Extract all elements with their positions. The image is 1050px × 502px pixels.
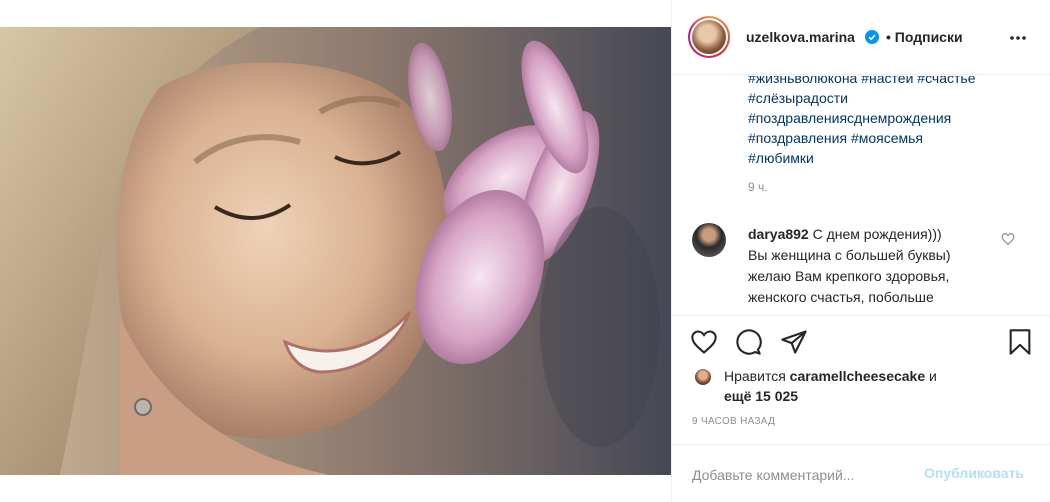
comment-text-line: желаю Вам крепкого здоровья, — [748, 268, 950, 284]
add-comment-bar: Опубликовать — [672, 444, 1050, 502]
post-actions-bar — [672, 315, 1050, 371]
likes-line: Нравится caramellcheesecake и — [724, 368, 937, 384]
bookmark-icon[interactable] — [1006, 328, 1034, 356]
hashtag-line[interactable]: #любимки — [748, 148, 1028, 168]
comment-text-line: Вы женщина с большей буквы) — [748, 247, 951, 263]
likes-prefix: Нравится — [724, 368, 786, 384]
commenter-username[interactable]: darya892 — [748, 226, 809, 242]
post-photo-illustration — [0, 27, 671, 475]
caption-timestamp: 9 ч. — [748, 180, 768, 194]
comment-text: С днем рождения))) — [812, 226, 942, 242]
comment-input[interactable] — [692, 465, 922, 485]
comment-text-line: … — [748, 308, 998, 315]
post-sidebar: uzelkova.marina • Подписки #жизньвблюкон… — [671, 0, 1050, 502]
likes-summary: Нравится caramellcheesecake и ещё 15 025 — [672, 366, 1050, 410]
author-avatar[interactable] — [688, 16, 730, 58]
post-timestamp[interactable]: 9 ЧАСОВ НАЗАД — [692, 416, 775, 427]
hashtag-line[interactable]: #слёзырадости — [748, 88, 1028, 108]
liker-username[interactable]: caramellcheesecake — [790, 368, 925, 384]
comment-icon[interactable] — [734, 328, 762, 356]
liker-avatar[interactable] — [694, 368, 712, 386]
commenter-avatar[interactable] — [692, 223, 726, 257]
likes-count[interactable]: ещё 15 025 — [724, 388, 798, 404]
comment-item: darya892 С днем рождения))) Вы женщина с… — [748, 224, 998, 315]
comment-like-heart-icon[interactable] — [1001, 232, 1015, 246]
post-photo[interactable] — [0, 27, 671, 475]
publish-button[interactable]: Опубликовать — [924, 465, 1024, 481]
share-icon[interactable] — [780, 328, 808, 356]
hashtag-line[interactable]: #жизньвблюкона #настей #счастье — [748, 76, 1028, 88]
caption-hashtags: #жизньвблюкона #настей #счастье #слёзыра… — [748, 76, 1028, 168]
author-username[interactable]: uzelkova.marina — [746, 29, 855, 45]
hashtag-line[interactable]: #поздравлениясднемрождения — [748, 108, 1028, 128]
more-options-icon[interactable] — [1006, 26, 1030, 50]
verified-badge-icon — [865, 30, 879, 44]
comment-text-line: женского счастья, побольше — [748, 289, 934, 305]
comments-list[interactable]: #жизньвблюкона #настей #счастье #слёзыра… — [672, 76, 1050, 315]
likes-suffix: и — [929, 368, 937, 384]
heart-icon[interactable] — [690, 328, 718, 356]
follow-status-button[interactable]: • Подписки — [886, 29, 963, 45]
hashtag-line[interactable]: #поздравления #моясемья — [748, 128, 1028, 148]
post-header: uzelkova.marina • Подписки — [672, 0, 1050, 75]
